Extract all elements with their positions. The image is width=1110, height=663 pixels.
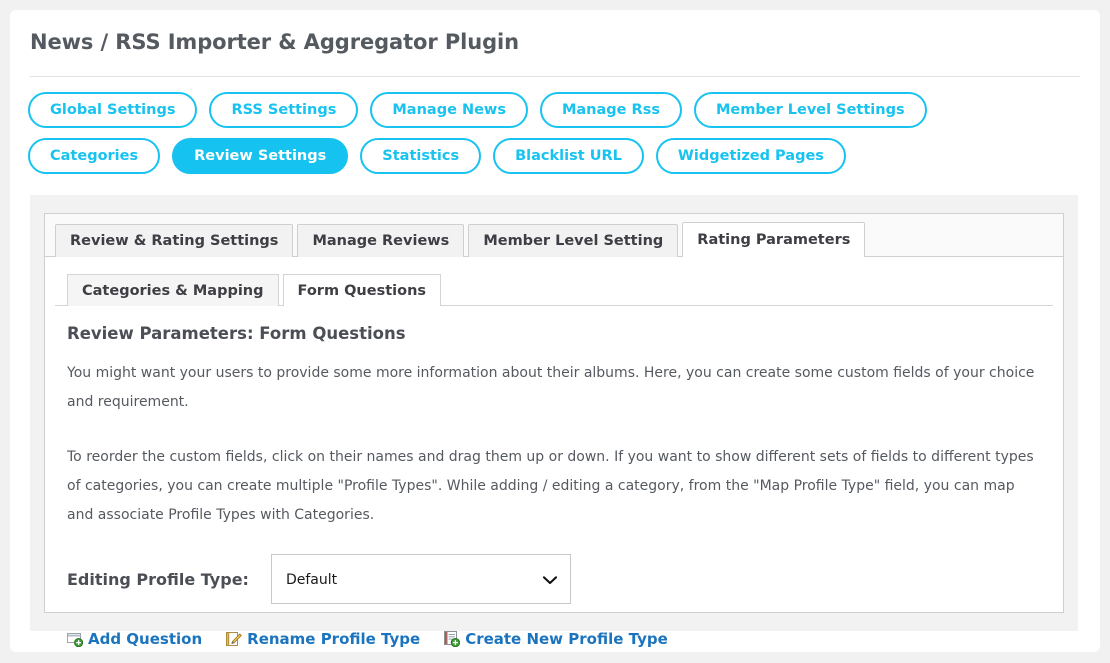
nav-pill-rss-settings[interactable]: RSS Settings xyxy=(209,92,359,128)
editing-profile-type-row: Editing Profile Type: Default xyxy=(67,554,1041,604)
profile-type-selected-value: Default xyxy=(285,572,338,588)
page-title: News / RSS Importer & Aggregator Plugin xyxy=(30,30,519,54)
reorder-paragraph: To reorder the custom fields, click on t… xyxy=(67,449,1034,523)
title-divider xyxy=(30,76,1080,77)
create-new-icon xyxy=(444,631,461,648)
nav-pill-widgetized-pages[interactable]: Widgetized Pages xyxy=(655,138,846,174)
profile-type-select[interactable]: Default xyxy=(270,554,571,605)
link-create-new-profile-type[interactable]: Create New Profile Type xyxy=(444,630,668,648)
add-question-icon xyxy=(67,631,84,648)
nav-pill-blacklist-url[interactable]: Blacklist URL xyxy=(493,138,644,174)
nav-pill-review-settings[interactable]: Review Settings xyxy=(172,138,349,174)
settings-wrapper: Review & Rating Settings Manage Reviews Me… xyxy=(30,195,1078,648)
nav-pill-member-level-settings[interactable]: Member Level Settings xyxy=(693,92,927,128)
settings-panel: Review & Rating Settings Manage Reviews Me… xyxy=(44,213,1064,648)
link-add-question[interactable]: Add Question xyxy=(67,630,202,648)
section-heading: Review Parameters: Form Questions xyxy=(67,324,406,343)
nav-pill-statistics[interactable]: Statistics xyxy=(360,138,482,174)
nav-pill-categories[interactable]: Categories xyxy=(28,138,161,174)
page-card: News / RSS Importer & Aggregator Plugin … xyxy=(10,10,1100,652)
editing-profile-type-label: Editing Profile Type: xyxy=(67,569,249,589)
nav-pill-manage-news[interactable]: Manage News xyxy=(370,92,528,128)
link-rename-profile-type[interactable]: Rename Profile Type xyxy=(226,630,420,648)
rating-tabs: Review & Rating Settings Manage Reviews Me… xyxy=(45,214,1063,258)
action-link-label: Rename Profile Type xyxy=(247,630,421,648)
nav-pill-manage-rss[interactable]: Manage Rss xyxy=(539,92,682,128)
action-link-label: Add Question xyxy=(88,630,203,648)
subtab-categories-mapping[interactable]: Categories & Mapping xyxy=(67,274,279,306)
intro-paragraph: You might want your users to provide som… xyxy=(67,365,1035,410)
rating-subtabs: Categories & Mapping Form Questions xyxy=(55,266,1053,307)
primary-nav-pills: Global Settings RSS Settings Manage News Ma… xyxy=(28,92,1068,174)
rename-pencil-icon xyxy=(226,631,242,647)
form-questions-content: Review Parameters: Form Questions You mi… xyxy=(45,306,1063,648)
tab-member-level-setting[interactable]: Member Level Setting xyxy=(468,224,679,257)
nav-pill-global-settings[interactable]: Global Settings xyxy=(28,92,198,128)
tab-manage-reviews[interactable]: Manage Reviews xyxy=(297,224,465,257)
tab-review-rating-settings[interactable]: Review & Rating Settings xyxy=(55,224,294,257)
action-link-label: Create New Profile Type xyxy=(465,630,668,648)
chevron-down-icon xyxy=(542,555,557,605)
action-links: Add Question Rename Profile Type Create Ne… xyxy=(67,630,1041,648)
subtab-form-questions[interactable]: Form Questions xyxy=(282,274,442,307)
tab-rating-parameters[interactable]: Rating Parameters xyxy=(682,222,866,258)
